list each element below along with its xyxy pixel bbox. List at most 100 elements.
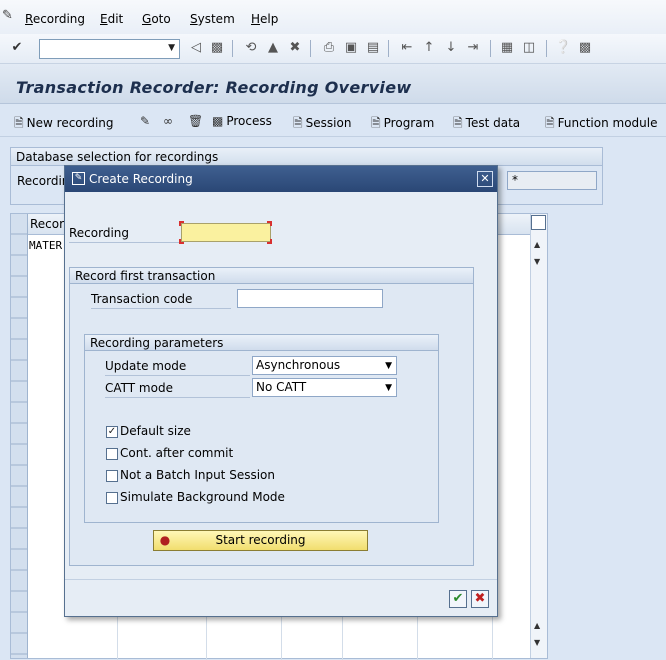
default-size-label: Default size bbox=[120, 424, 191, 438]
previous-page-icon[interactable]: ↑ bbox=[421, 40, 437, 56]
close-icon[interactable]: ✕ bbox=[477, 171, 493, 187]
recording-filter-label: Recordin bbox=[17, 174, 70, 188]
back-icon[interactable]: ⟲ bbox=[243, 40, 259, 56]
document-icon: 🗎 bbox=[545, 116, 555, 130]
cancel-icon[interactable]: ✖ bbox=[287, 40, 303, 56]
shortcut-icon[interactable]: ◫ bbox=[521, 40, 537, 56]
scroll-up-icon[interactable]: ▲ bbox=[534, 621, 540, 630]
test-data-label: Test data bbox=[465, 116, 521, 130]
create-recording-dialog: ✎ Create Recording ✕ Recording Record fi… bbox=[64, 165, 498, 617]
process-button[interactable]: ▩ Process bbox=[212, 114, 272, 128]
recording-parameters-group: Recording parameters Update mode Asynchr… bbox=[84, 334, 439, 523]
new-document-icon: 🗎 bbox=[14, 116, 24, 130]
exit-icon[interactable]: ▲ bbox=[265, 40, 281, 56]
command-field[interactable]: ▼ bbox=[39, 39, 180, 59]
dialog-title-bar[interactable]: ✎ Create Recording ✕ bbox=[65, 166, 497, 192]
catt-mode-select[interactable]: No CATT ▼ bbox=[252, 378, 397, 397]
session-button[interactable]: 🗎 Session bbox=[293, 114, 351, 135]
help-icon[interactable]: ❔ bbox=[555, 40, 571, 56]
document-icon: 🗎 bbox=[371, 116, 381, 130]
simulate-background-checkbox[interactable] bbox=[106, 492, 118, 504]
trash-icon: 🗑 bbox=[188, 114, 204, 128]
required-marker bbox=[179, 239, 184, 244]
title-bar: Transaction Recorder: Recording Overview bbox=[0, 64, 666, 104]
cancel-x-icon[interactable]: ✖ bbox=[471, 590, 489, 608]
first-transaction-group: Record first transaction Transaction cod… bbox=[69, 267, 474, 566]
menu-edit[interactable]: Edit bbox=[100, 12, 123, 26]
transaction-code-input[interactable] bbox=[237, 289, 383, 308]
menu-goto[interactable]: Goto bbox=[142, 12, 171, 26]
toolbar-separator bbox=[232, 40, 233, 57]
first-page-icon[interactable]: ⇤ bbox=[399, 40, 415, 56]
simulate-background-label: Simulate Background Mode bbox=[120, 490, 285, 504]
column-settings-icon[interactable] bbox=[531, 215, 546, 230]
next-page-icon[interactable]: ↓ bbox=[443, 40, 459, 56]
standard-toolbar: ✔ ▼ ◁ ▩ ⟲ ▲ ✖ ⎙ ▣ ▤ ⇤ ↑ ↓ ⇥ ▦ ◫ ❔ ▩ bbox=[0, 34, 666, 64]
required-marker bbox=[179, 221, 184, 226]
group-header: Record first transaction bbox=[70, 268, 473, 284]
process-icon: ▩ bbox=[212, 114, 224, 128]
confirm-check-icon[interactable]: ✔ bbox=[449, 590, 467, 608]
start-recording-label: Start recording bbox=[215, 533, 306, 547]
application-toolbar: 🗎 New recording ✎ ∞ 🗑 ▩ Process 🗎 Session 🗎… bbox=[0, 105, 666, 137]
function-module-button[interactable]: 🗎 Function module bbox=[545, 114, 657, 135]
menu-recording[interactable]: Recording bbox=[25, 12, 85, 26]
required-marker bbox=[267, 221, 272, 226]
scroll-down-icon[interactable]: ▼ bbox=[534, 257, 540, 266]
last-page-icon[interactable]: ⇥ bbox=[465, 40, 481, 56]
layout-menu-icon[interactable]: ▩ bbox=[577, 40, 593, 56]
label-underline bbox=[91, 308, 231, 309]
save-icon[interactable]: ▩ bbox=[209, 40, 225, 56]
document-icon: 🗎 bbox=[293, 116, 303, 130]
chevron-down-icon[interactable]: ▼ bbox=[385, 380, 392, 397]
menu-bar: ✎ Recording Edit Goto System Help bbox=[0, 0, 666, 34]
update-mode-value: Asynchronous bbox=[256, 358, 341, 372]
not-batch-input-label: Not a Batch Input Session bbox=[120, 468, 275, 482]
chevron-down-icon[interactable]: ▼ bbox=[385, 358, 392, 375]
find-icon[interactable]: ▣ bbox=[343, 40, 359, 56]
process-label: Process bbox=[226, 114, 272, 128]
chevron-down-icon[interactable]: ▼ bbox=[168, 43, 175, 53]
back-triangle-icon[interactable]: ◁ bbox=[188, 40, 204, 56]
required-marker bbox=[267, 239, 272, 244]
pencil-icon: ✎ bbox=[140, 114, 151, 128]
program-label: Program bbox=[383, 116, 435, 130]
row-selector-column[interactable] bbox=[11, 214, 28, 658]
scroll-up-icon[interactable]: ▲ bbox=[534, 240, 540, 249]
table-cell[interactable]: MATER bbox=[29, 239, 62, 252]
enter-icon[interactable]: ✔ bbox=[9, 40, 25, 56]
glasses-icon: ∞ bbox=[163, 114, 173, 128]
display-change-button[interactable]: ∞ bbox=[163, 114, 176, 128]
group-header: Database selection for recordings bbox=[11, 148, 602, 166]
start-recording-button[interactable]: ● Start recording bbox=[153, 530, 368, 551]
change-button[interactable]: ✎ bbox=[140, 114, 153, 128]
default-size-checkbox[interactable]: ✓ bbox=[106, 426, 118, 438]
print-icon[interactable]: ⎙ bbox=[321, 40, 337, 56]
scroll-down-icon[interactable]: ▼ bbox=[534, 638, 540, 647]
catt-mode-value: No CATT bbox=[256, 380, 307, 394]
recording-filter-field[interactable]: * bbox=[507, 171, 597, 190]
window-icon: ✎ bbox=[72, 172, 85, 185]
update-mode-select[interactable]: Asynchronous ▼ bbox=[252, 356, 397, 375]
system-menu-icon[interactable]: ✎ bbox=[2, 8, 13, 23]
toolbar-separator bbox=[490, 40, 491, 57]
toolbar-separator bbox=[388, 40, 389, 57]
transaction-code-label: Transaction code bbox=[91, 292, 193, 306]
menu-help[interactable]: Help bbox=[251, 12, 278, 26]
test-data-button[interactable]: 🗎 Test data bbox=[453, 114, 520, 135]
vertical-scrollbar[interactable]: ▲ ▼ ▲ ▼ bbox=[530, 214, 547, 658]
new-recording-label: New recording bbox=[26, 116, 114, 130]
not-batch-input-checkbox[interactable] bbox=[106, 470, 118, 482]
create-session-icon[interactable]: ▦ bbox=[499, 40, 515, 56]
catt-mode-label: CATT mode bbox=[105, 381, 173, 395]
delete-button[interactable]: 🗑 bbox=[188, 114, 206, 128]
program-button[interactable]: 🗎 Program bbox=[371, 114, 434, 135]
new-recording-button[interactable]: 🗎 New recording bbox=[14, 114, 114, 135]
recording-name-input[interactable] bbox=[181, 223, 271, 242]
dialog-title: Create Recording bbox=[89, 172, 193, 186]
menu-system[interactable]: System bbox=[190, 12, 235, 26]
cont-after-commit-checkbox[interactable] bbox=[106, 448, 118, 460]
find-next-icon[interactable]: ▤ bbox=[365, 40, 381, 56]
label-underline bbox=[105, 375, 250, 376]
document-icon: 🗎 bbox=[453, 116, 463, 130]
